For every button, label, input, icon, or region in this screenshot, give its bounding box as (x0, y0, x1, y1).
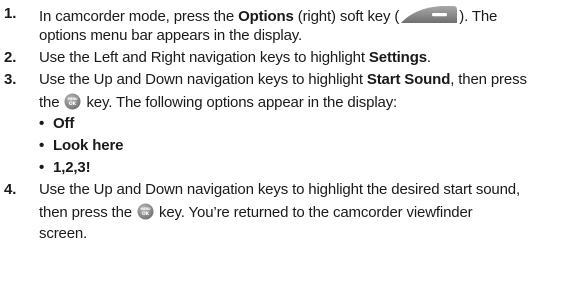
bullet-icon: • (39, 137, 45, 154)
svg-text:OK: OK (142, 211, 150, 217)
step-text: Use the Up and Down navigation keys to h… (39, 71, 527, 111)
right-soft-key-icon (401, 6, 458, 23)
svg-text:MENU: MENU (68, 97, 79, 101)
step-number: 1. (4, 5, 17, 22)
options-key-label: Options (238, 8, 294, 25)
start-sound-label: Start Sound (366, 71, 451, 88)
svg-text:MENU: MENU (140, 207, 151, 211)
option-look-here: • Look here (39, 137, 124, 154)
bullet-icon: • (39, 159, 45, 176)
step-number: 4. (4, 181, 17, 198)
step-number: 2. (4, 49, 17, 66)
bullet-icon: • (39, 115, 45, 132)
option-123: • 1,2,3! (39, 159, 91, 176)
menu-ok-key-icon: MENU OK (64, 93, 81, 110)
step-text: Use the Up and Down navigation keys to h… (39, 181, 521, 242)
step-text: Use the Left and Right navigation keys t… (39, 49, 431, 66)
step-number: 3. (4, 71, 17, 88)
settings-label: Settings (368, 49, 427, 66)
svg-text:OK: OK (69, 101, 77, 107)
menu-ok-key-icon: MENU OK (137, 203, 154, 220)
option-off: • Off (39, 115, 75, 132)
instructions-page: 1. In camcorder mode, press the Options … (0, 0, 584, 290)
step-text: In camcorder mode, press the Options (ri… (39, 5, 581, 49)
